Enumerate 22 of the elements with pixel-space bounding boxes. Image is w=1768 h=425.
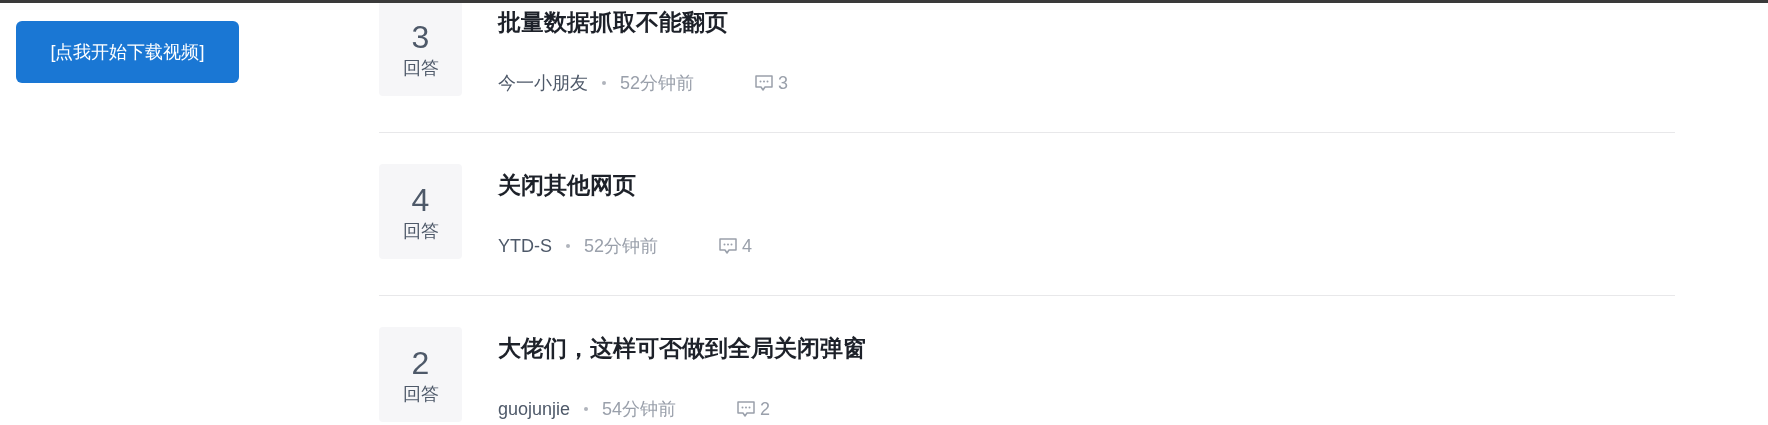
comment-icon [718, 237, 739, 255]
author-name[interactable]: YTD-S [498, 235, 552, 257]
author-name[interactable]: guojunjie [498, 398, 571, 420]
question-title[interactable]: 批量数据抓取不能翻页 [498, 6, 789, 38]
comment-count: 4 [742, 235, 753, 257]
comment-count: 3 [778, 72, 789, 94]
answer-label: 回答 [402, 382, 439, 406]
question-title[interactable]: 大佬们，这样可否做到全局关闭弹窗 [498, 332, 866, 364]
answer-label: 回答 [402, 56, 439, 80]
author-name[interactable]: 今一小朋友 [498, 72, 588, 94]
post-time: 54分钟前 [602, 398, 677, 420]
answer-count: 4 [411, 180, 430, 219]
answer-label: 回答 [402, 219, 439, 243]
post-time: 52分钟前 [620, 72, 695, 94]
comment-count: 2 [760, 398, 771, 420]
comment-icon [736, 400, 757, 418]
post-time: 52分钟前 [584, 235, 659, 257]
answer-count: 2 [411, 343, 430, 382]
download-button[interactable]: [点我开始下载视频] [16, 21, 239, 83]
question-title[interactable]: 关闭其他网页 [498, 169, 753, 201]
answer-count: 3 [411, 17, 430, 56]
comment-icon [754, 74, 775, 92]
